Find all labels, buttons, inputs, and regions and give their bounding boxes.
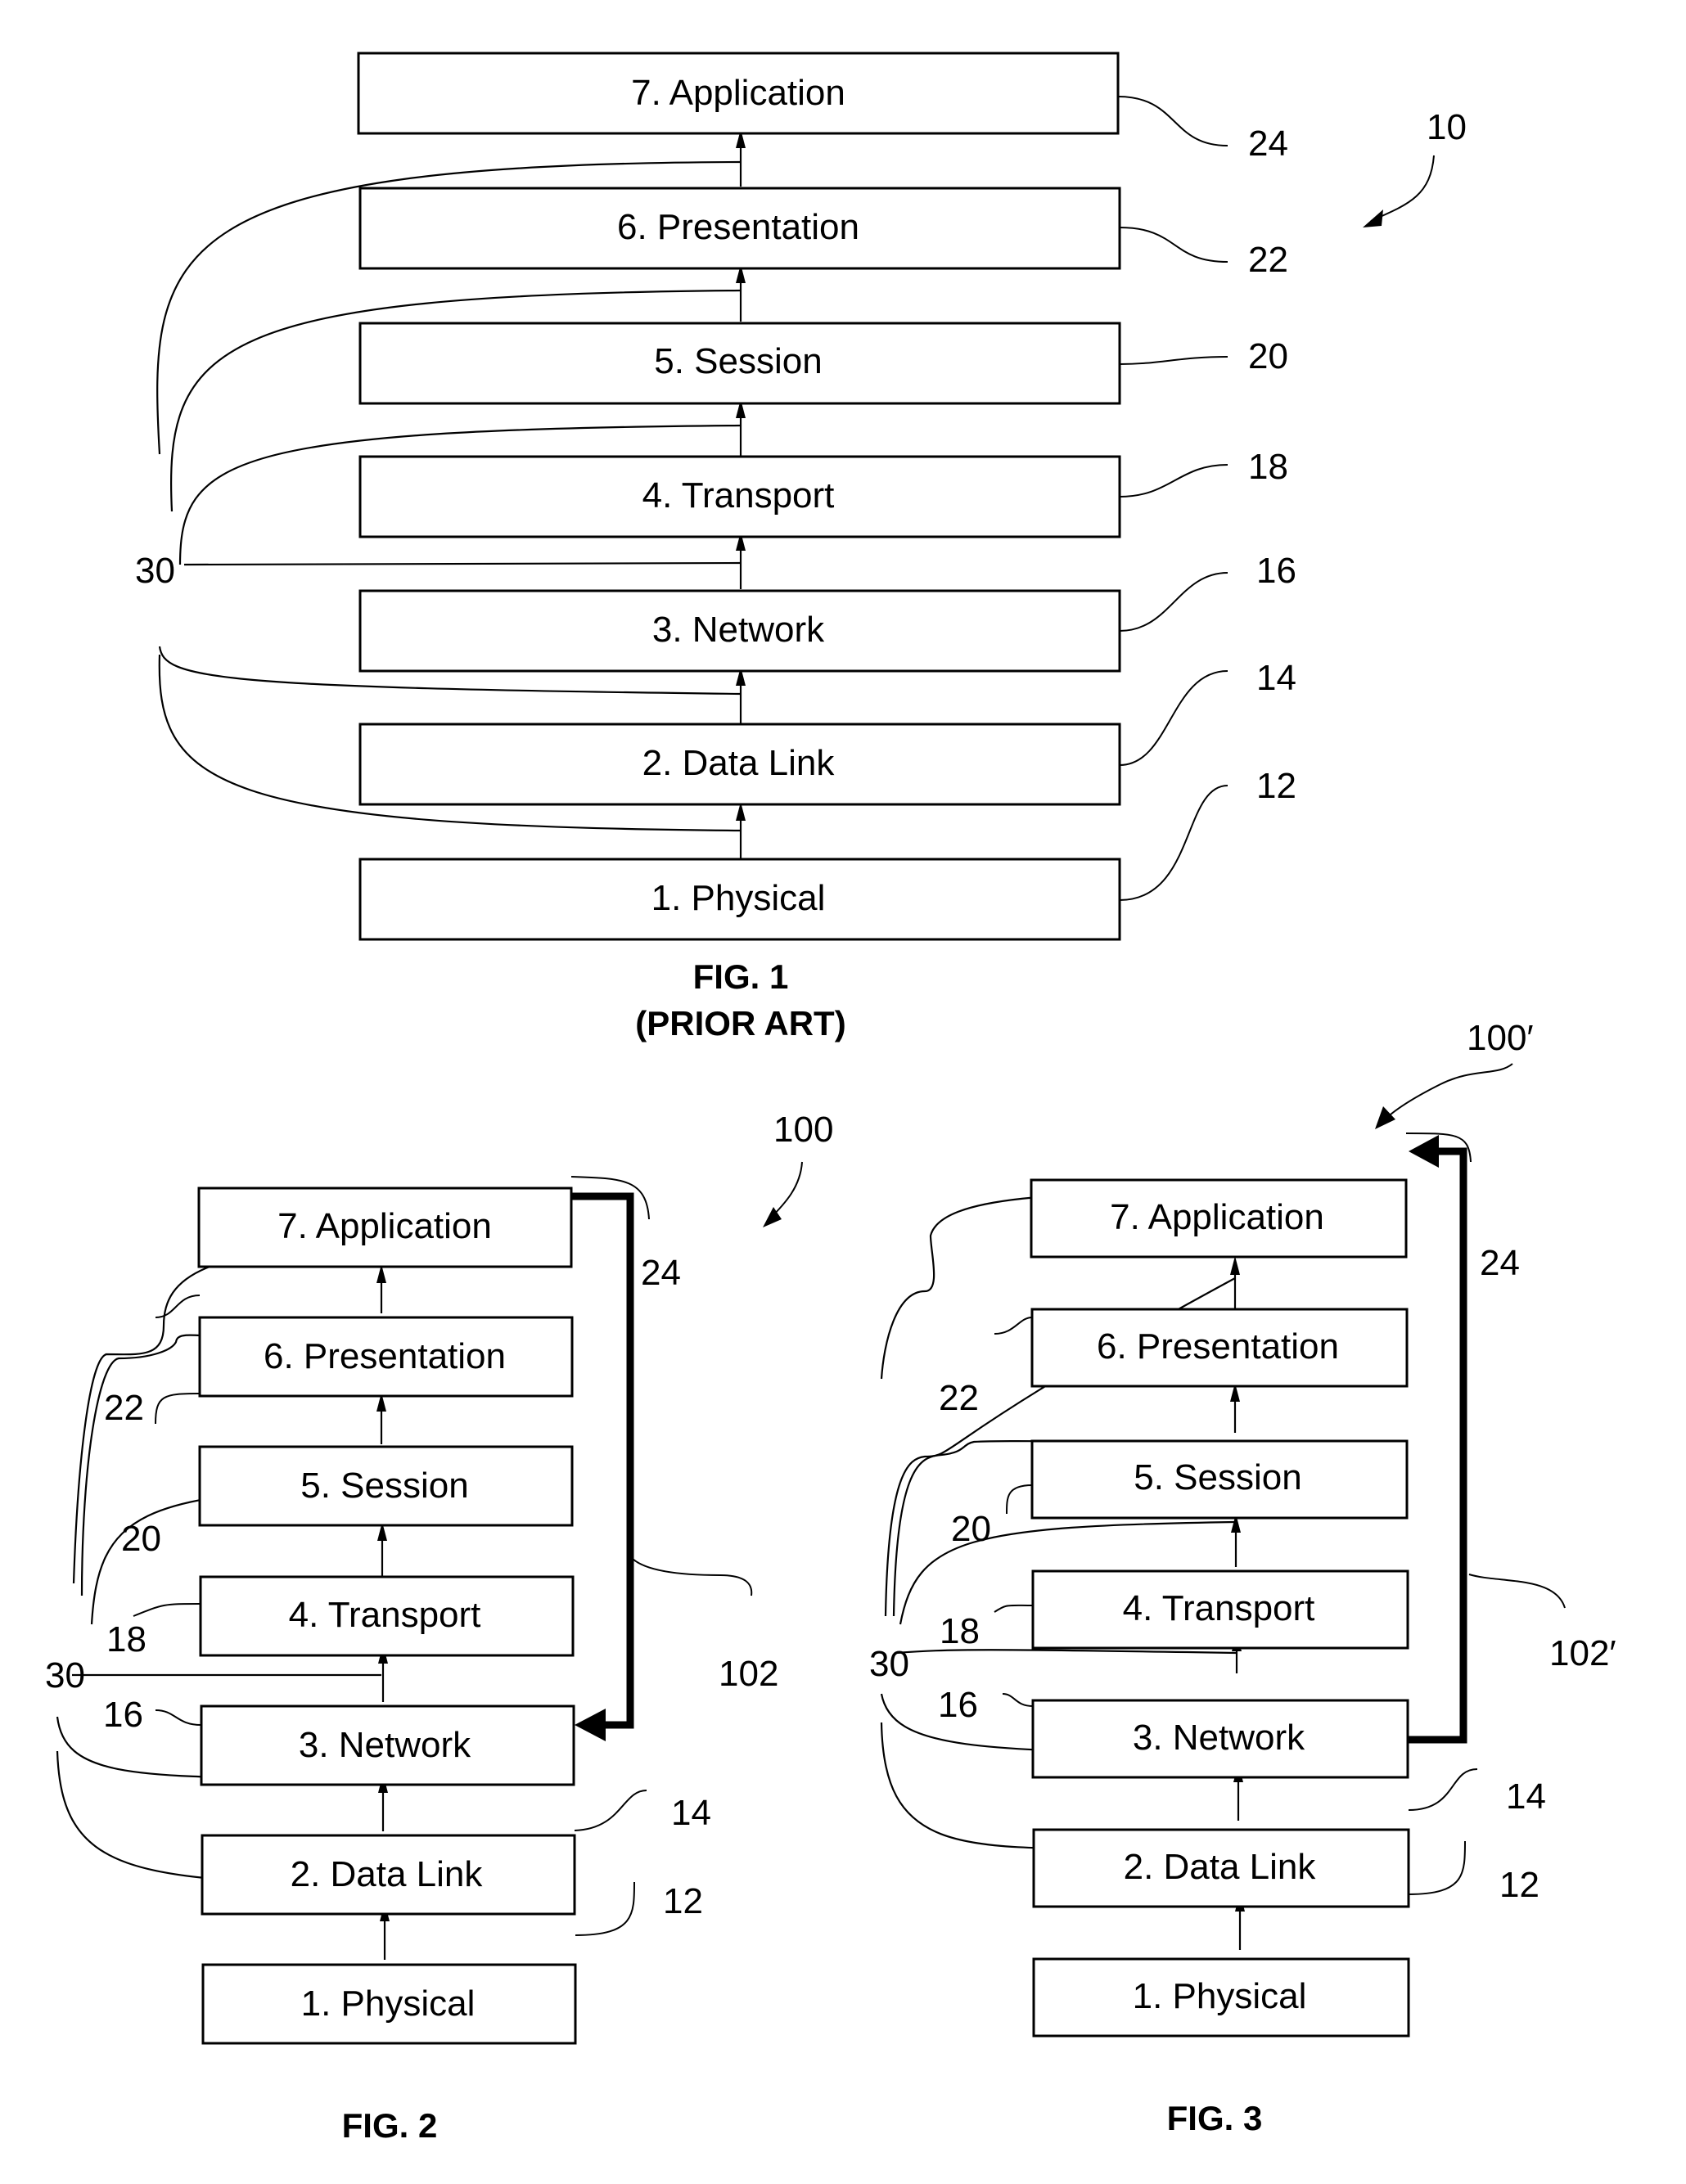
layer-label: 6. Presentation bbox=[1097, 1326, 1339, 1367]
figure-caption: FIG. 1 bbox=[693, 957, 789, 996]
layer-label: 7. Application bbox=[631, 73, 845, 113]
fig3-layer-4: 4. Transport bbox=[1031, 1569, 1409, 1650]
layer-label: 6. Presentation bbox=[264, 1336, 506, 1376]
fig2-layer-3: 3. Network bbox=[200, 1704, 575, 1786]
fig2-layer-stack: 7. Application 6. Presentation 5. Sessio… bbox=[197, 1187, 577, 2045]
layer-label: 5. Session bbox=[1134, 1457, 1301, 1497]
ref-numeral: 18 bbox=[940, 1611, 980, 1651]
ref-numeral: 20 bbox=[1248, 336, 1288, 376]
layer-label: 4. Transport bbox=[642, 475, 835, 516]
assembly-ref-arrow-icon bbox=[1370, 155, 1435, 222]
fig1-layer-1: 1. Physical bbox=[358, 858, 1121, 941]
ref-numeral: 24 bbox=[641, 1253, 681, 1293]
layer-label: 3. Network bbox=[652, 610, 825, 650]
arrowhead-icon bbox=[1375, 1106, 1395, 1129]
ref-numeral: 20 bbox=[951, 1509, 991, 1549]
layer-label: 1. Physical bbox=[651, 878, 826, 918]
layer-label: 2. Data Link bbox=[642, 743, 836, 783]
fig3-layer-3: 3. Network bbox=[1031, 1699, 1409, 1779]
fig2-layer-2: 2. Data Link bbox=[201, 1834, 576, 1916]
ref-numeral: 14 bbox=[1256, 658, 1296, 698]
assembly-ref-numeral: 100 bbox=[773, 1110, 833, 1150]
ref-numeral: 20 bbox=[121, 1519, 161, 1559]
ref-numeral: 22 bbox=[1248, 240, 1288, 280]
ref-numeral: 12 bbox=[663, 1881, 703, 1921]
fig2-layer-4: 4. Transport bbox=[199, 1575, 575, 1657]
assembly-ref-numeral: 100′ bbox=[1467, 1018, 1534, 1058]
ref-numeral: 24 bbox=[1248, 124, 1288, 164]
figure-caption: FIG. 2 bbox=[342, 2106, 438, 2145]
ref-numeral: 18 bbox=[1248, 447, 1288, 487]
layer-label: 3. Network bbox=[1133, 1718, 1305, 1758]
ref-numeral: 22 bbox=[104, 1388, 144, 1428]
fig2-layer-6: 6. Presentation bbox=[198, 1316, 574, 1398]
fig3-layer-7: 7. Application bbox=[1030, 1178, 1408, 1259]
fig3-layer-1: 1. Physical bbox=[1032, 1957, 1410, 2038]
assembly-ref-numeral: 10 bbox=[1427, 107, 1467, 147]
fig3-layer-5: 5. Session bbox=[1030, 1439, 1409, 1520]
bus-ref-numeral: 30 bbox=[869, 1644, 909, 1684]
figure-2: 7. Application 6. Presentation 5. Sessio… bbox=[45, 1110, 833, 2145]
ref-numeral: 14 bbox=[671, 1793, 711, 1833]
ref-numeral: 18 bbox=[106, 1619, 147, 1659]
fig1-layer-4: 4. Transport bbox=[358, 455, 1121, 538]
fig2-bypass-path bbox=[571, 1192, 634, 1741]
fig1-layer-3: 3. Network bbox=[358, 589, 1121, 673]
ref-numeral: 14 bbox=[1506, 1776, 1546, 1817]
layer-label: 4. Transport bbox=[289, 1595, 481, 1635]
fig1-layer-7: 7. Application bbox=[357, 52, 1120, 135]
fig3-layer-6: 6. Presentation bbox=[1030, 1308, 1409, 1388]
fig3-layer-stack: 7. Application 6. Presentation 5. Sessio… bbox=[1030, 1178, 1410, 2038]
ref-numeral: 12 bbox=[1256, 766, 1296, 806]
layer-label: 4. Transport bbox=[1123, 1588, 1315, 1628]
ref-numeral: 12 bbox=[1499, 1865, 1539, 1905]
fig3-bypass-path bbox=[1408, 1135, 1467, 1744]
figure-1: 7. Application 6. Presentation 5. Sessio… bbox=[135, 52, 1467, 1042]
bypass-ref-numeral: 102 bbox=[719, 1654, 778, 1694]
ref-numeral: 24 bbox=[1480, 1243, 1520, 1283]
figure-subcaption: (PRIOR ART) bbox=[635, 1004, 845, 1042]
fig1-layer-5: 5. Session bbox=[358, 322, 1121, 405]
fig3-layer-2: 2. Data Link bbox=[1032, 1828, 1410, 1908]
fig2-layer-5: 5. Session bbox=[198, 1445, 574, 1527]
arrowhead-icon bbox=[1363, 209, 1383, 227]
layer-label: 3. Network bbox=[299, 1725, 471, 1765]
layer-label: 6. Presentation bbox=[617, 207, 859, 247]
bypass-arrowhead-icon bbox=[1409, 1135, 1439, 1168]
fig1-layer-6: 6. Presentation bbox=[358, 187, 1121, 270]
bypass-ref-numeral: 102′ bbox=[1549, 1633, 1616, 1673]
layer-label: 5. Session bbox=[300, 1466, 468, 1506]
ref-numeral: 16 bbox=[1256, 551, 1296, 591]
layer-label: 7. Application bbox=[277, 1206, 492, 1246]
figure-3: 7. Application 6. Presentation 5. Sessio… bbox=[869, 1018, 1616, 2137]
fig1-layer-stack: 7. Application 6. Presentation 5. Sessio… bbox=[357, 52, 1121, 941]
fig2-layer-1: 1. Physical bbox=[201, 1963, 577, 2045]
fig2-layer-7: 7. Application bbox=[197, 1187, 573, 1268]
patent-drawing-sheet: 7. Application 6. Presentation 5. Sessio… bbox=[45, 52, 1616, 2145]
layer-label: 2. Data Link bbox=[1124, 1847, 1317, 1887]
bypass-arrowhead-icon bbox=[575, 1709, 606, 1741]
layer-label: 5. Session bbox=[654, 341, 822, 381]
fig1-ref-leaders bbox=[1117, 96, 1228, 901]
layer-label: 1. Physical bbox=[301, 1984, 476, 2024]
layer-label: 1. Physical bbox=[1133, 1976, 1307, 2016]
bus-ref-numeral: 30 bbox=[45, 1655, 85, 1695]
layer-label: 2. Data Link bbox=[291, 1854, 484, 1894]
bus-ref-numeral: 30 bbox=[135, 551, 175, 591]
assembly-ref-arrow-icon bbox=[1382, 1063, 1513, 1122]
fig1-layer-2: 2. Data Link bbox=[358, 723, 1121, 806]
ref-numeral: 16 bbox=[103, 1695, 143, 1735]
layer-label: 7. Application bbox=[1110, 1197, 1324, 1237]
ref-numeral: 16 bbox=[938, 1685, 978, 1725]
figure-caption: FIG. 3 bbox=[1167, 2099, 1263, 2137]
ref-numeral: 22 bbox=[939, 1378, 979, 1418]
